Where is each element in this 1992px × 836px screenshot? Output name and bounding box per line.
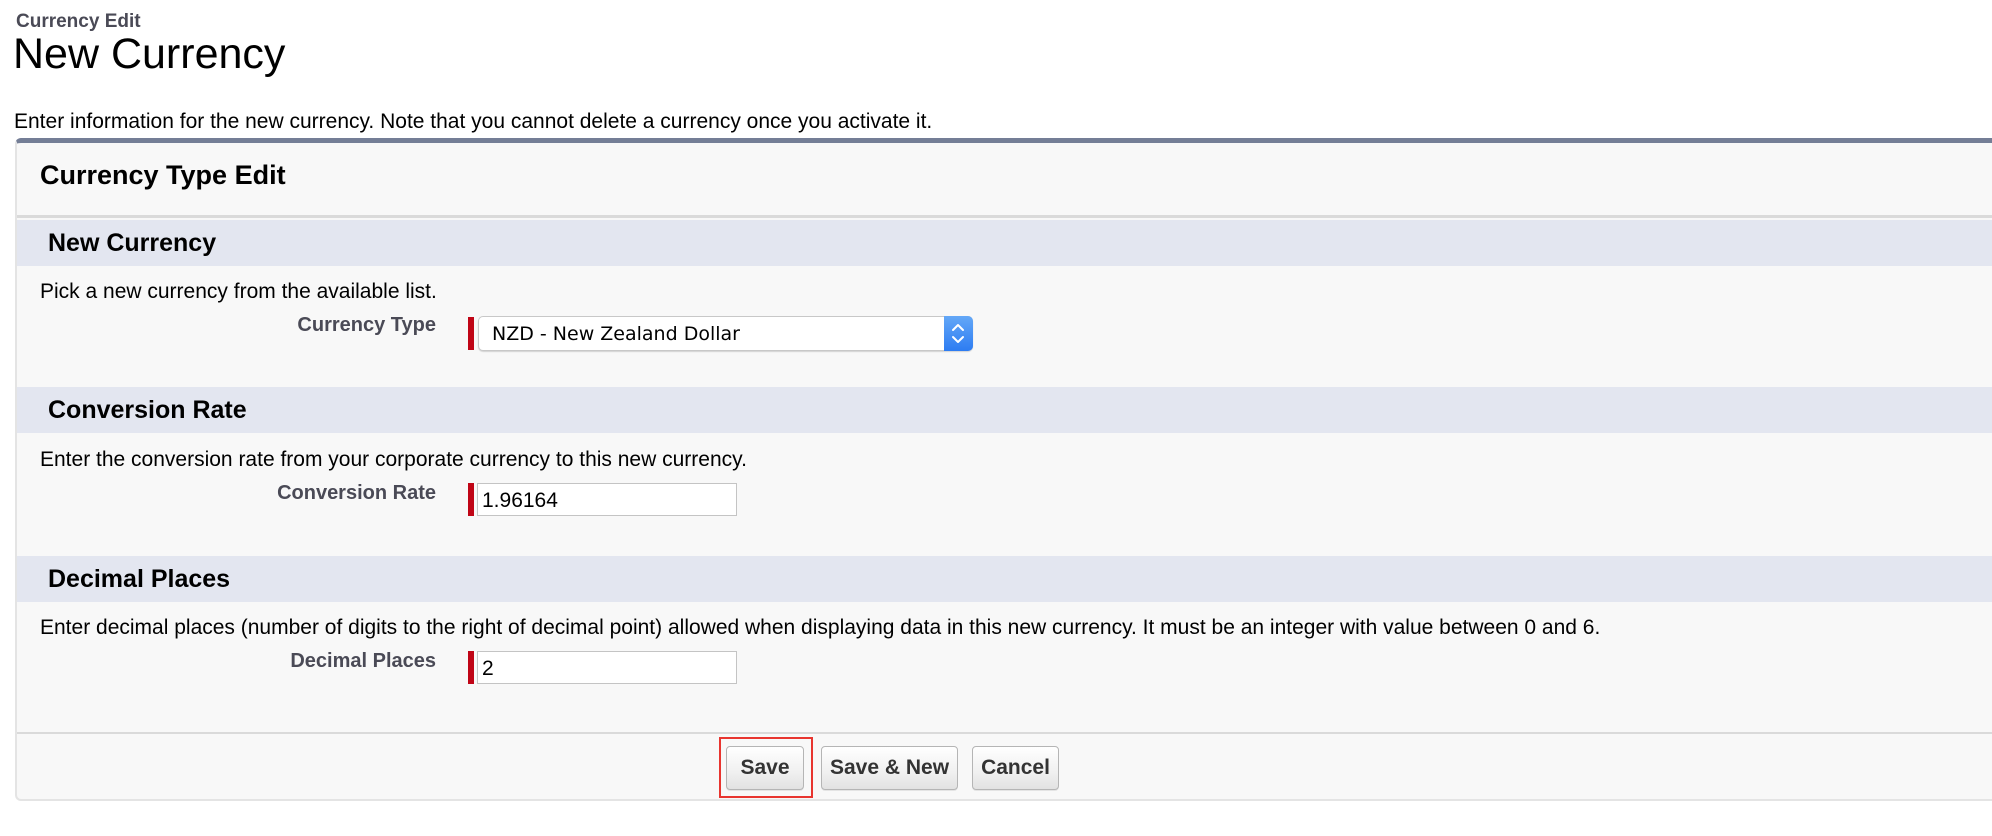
currency-type-label: Currency Type	[297, 314, 436, 336]
decimal-places-label: Decimal Places	[290, 650, 436, 672]
page-description: Enter information for the new currency. …	[14, 110, 933, 133]
panel-title-divider	[17, 215, 1992, 218]
panel-title: Currency Type Edit	[40, 160, 286, 190]
cancel-button[interactable]: Cancel	[972, 746, 1059, 790]
section-description-conversion-rate: Enter the conversion rate from your corp…	[40, 448, 747, 471]
decimal-places-input[interactable]	[477, 651, 737, 684]
save-button[interactable]: Save	[726, 746, 804, 790]
section-header-conversion-rate: Conversion Rate	[17, 387, 1992, 433]
currency-type-selected-value: NZD - New Zealand Dollar	[492, 323, 740, 345]
currency-type-select[interactable]: NZD - New Zealand Dollar	[478, 316, 973, 351]
conversion-rate-label: Conversion Rate	[277, 482, 436, 504]
section-description-new-currency: Pick a new currency from the available l…	[40, 280, 437, 303]
section-heading: Decimal Places	[48, 565, 231, 593]
required-indicator	[468, 317, 474, 350]
required-indicator	[468, 651, 474, 684]
footer-divider	[17, 732, 1992, 734]
section-header-decimal-places: Decimal Places	[17, 556, 1992, 602]
section-heading: Conversion Rate	[48, 396, 247, 424]
save-and-new-button[interactable]: Save & New	[821, 746, 958, 790]
conversion-rate-input[interactable]	[477, 483, 737, 516]
section-header-new-currency: New Currency	[17, 220, 1992, 266]
select-stepper[interactable]	[944, 316, 973, 351]
page-title: New Currency	[13, 30, 286, 78]
section-heading: New Currency	[48, 229, 217, 257]
required-indicator	[468, 483, 474, 516]
section-description-decimal-places: Enter decimal places (number of digits t…	[40, 616, 1601, 639]
chevron-up-down-icon	[952, 324, 964, 343]
